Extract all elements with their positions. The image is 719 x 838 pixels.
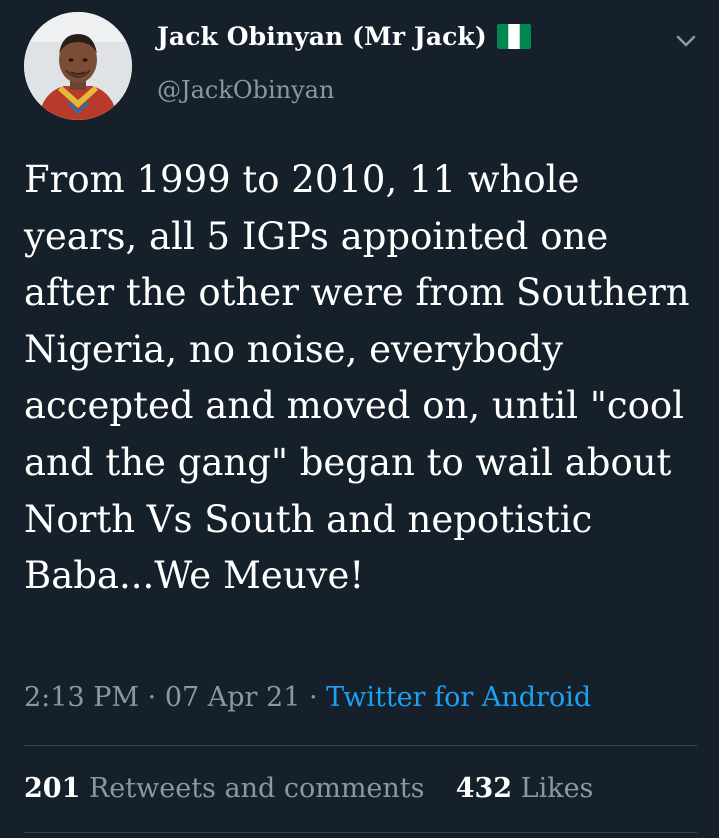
tweet-date[interactable]: 07 Apr 21	[165, 682, 301, 713]
author-name-row[interactable]: Jack Obinyan (Mr Jack)	[157, 22, 531, 51]
meta-separator: ·	[147, 682, 157, 713]
likes-stat[interactable]: 432 Likes	[456, 773, 594, 804]
divider	[24, 832, 697, 833]
likes-label: Likes	[520, 773, 594, 804]
retweets-label: Retweets and comments	[88, 773, 425, 804]
author-display-name[interactable]: Jack Obinyan (Mr Jack)	[157, 22, 487, 51]
chevron-down-icon[interactable]	[672, 30, 700, 52]
retweets-stat[interactable]: 201 Retweets and comments	[24, 773, 433, 804]
tweet-source-link[interactable]: Twitter for Android	[326, 682, 591, 713]
retweets-count: 201	[24, 773, 81, 804]
tweet-time[interactable]: 2:13 PM	[24, 682, 139, 713]
author-handle[interactable]: @JackObinyan	[157, 76, 334, 104]
tweet-meta: 2:13 PM · 07 Apr 21 · Twitter for Androi…	[24, 682, 591, 713]
avatar[interactable]	[24, 12, 132, 120]
nigeria-flag-icon	[496, 24, 531, 49]
meta-separator: ·	[308, 682, 318, 713]
tweet-text: From 1999 to 2010, 11 whole years, all 5…	[24, 158, 690, 598]
avatar-image	[24, 12, 132, 120]
likes-count: 432	[455, 773, 513, 804]
tweet-stats: 201 Retweets and comments 432 Likes	[24, 773, 593, 804]
divider	[24, 745, 697, 746]
